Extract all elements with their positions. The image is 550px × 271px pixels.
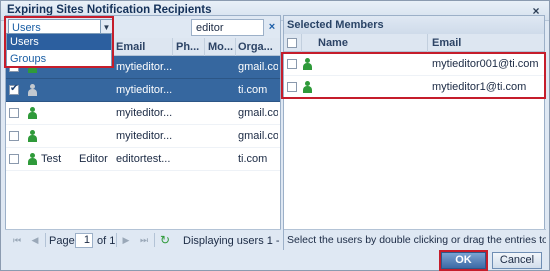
first-page-icon[interactable]: ⏮ xyxy=(11,234,23,246)
user-icon xyxy=(302,81,312,93)
row-email: editortest... xyxy=(116,153,171,165)
user-icon xyxy=(302,58,312,70)
page-count-label: of 1 xyxy=(97,235,116,247)
prev-page-icon[interactable]: ◀ xyxy=(29,234,41,246)
table-row[interactable]: mytieditor1@ti.com xyxy=(284,76,544,99)
column-organization[interactable]: Orga... xyxy=(238,41,278,53)
row-email: myiteditor... xyxy=(116,107,173,119)
table-row[interactable]: mytieditor001@ti.com xyxy=(284,53,544,76)
table-row[interactable]: myiteditor... gmail.com xyxy=(6,125,280,148)
table-row[interactable]: Test Editor editortest... ti.com xyxy=(6,148,280,171)
pagination-toolbar: ⏮ ◀ Page 1 of 1 ▶ ⏭ ↻ Displaying users 1… xyxy=(5,229,310,250)
panel-title: Selected Members xyxy=(284,16,544,34)
user-icon xyxy=(27,130,37,142)
row-email: mytieditor1@ti.com xyxy=(432,81,527,93)
row-checkbox[interactable] xyxy=(9,154,19,164)
select-all-checkbox[interactable] xyxy=(287,38,297,48)
last-page-icon[interactable]: ⏭ xyxy=(138,234,150,246)
page-label: Page xyxy=(49,235,75,247)
member-type-dropdown: Users Groups xyxy=(6,33,112,67)
toolbar-divider xyxy=(116,233,117,247)
column-email[interactable]: Email xyxy=(116,41,171,53)
row-checkbox[interactable] xyxy=(9,108,19,118)
column-phone[interactable]: Ph... xyxy=(176,41,202,53)
row-email: mytieditor001@ti.com xyxy=(432,58,539,70)
column-email[interactable]: Email xyxy=(432,37,461,49)
row-organization: ti.com xyxy=(238,153,268,165)
page-number-input[interactable]: 1 xyxy=(75,233,93,248)
row-checkbox-checked[interactable] xyxy=(9,83,19,95)
row-checkbox[interactable] xyxy=(287,59,297,69)
cancel-button[interactable]: Cancel xyxy=(492,252,542,269)
selected-grid-header: Name Email xyxy=(284,34,544,52)
user-icon xyxy=(27,153,37,165)
row-email: myiteditor... xyxy=(116,130,173,142)
search-input-value: editor xyxy=(196,22,224,34)
column-divider xyxy=(301,34,302,52)
option-users[interactable]: Users xyxy=(7,34,111,50)
clear-search-icon[interactable]: × xyxy=(266,19,278,36)
column-name[interactable]: Name xyxy=(318,37,348,49)
refresh-icon[interactable]: ↻ xyxy=(159,234,171,246)
table-row[interactable]: mytieditor... ti.com xyxy=(6,79,280,102)
column-divider xyxy=(235,38,236,56)
row-checkbox[interactable] xyxy=(287,82,297,92)
row-last-name: Editor xyxy=(79,153,108,165)
row-email: mytieditor... xyxy=(116,84,173,96)
table-row[interactable]: myiteditor... gmail.com xyxy=(6,102,280,125)
row-email: mytieditor... xyxy=(116,61,173,73)
toolbar-divider xyxy=(154,233,155,247)
column-divider xyxy=(172,38,173,56)
row-organization: gmail.com xyxy=(238,107,278,119)
user-icon xyxy=(27,84,37,96)
column-divider xyxy=(204,38,205,56)
drag-hint: Select the users by double clicking or d… xyxy=(284,229,546,250)
search-input[interactable]: editor xyxy=(191,19,264,36)
column-mobile[interactable]: Mo... xyxy=(208,41,234,53)
toolbar-divider xyxy=(45,233,46,247)
user-icon xyxy=(27,107,37,119)
row-organization: gmail.com xyxy=(238,130,278,142)
row-checkbox[interactable] xyxy=(9,131,19,141)
option-groups[interactable]: Groups xyxy=(7,51,111,67)
ok-button[interactable]: OK xyxy=(441,252,486,269)
selected-members-panel: Selected Members Name Email mytieditor00… xyxy=(283,15,545,250)
next-page-icon[interactable]: ▶ xyxy=(120,234,132,246)
row-organization: ti.com xyxy=(238,84,268,96)
row-organization: gmail.com xyxy=(238,61,278,73)
column-divider xyxy=(427,34,428,52)
row-first-name: Test xyxy=(41,153,62,165)
